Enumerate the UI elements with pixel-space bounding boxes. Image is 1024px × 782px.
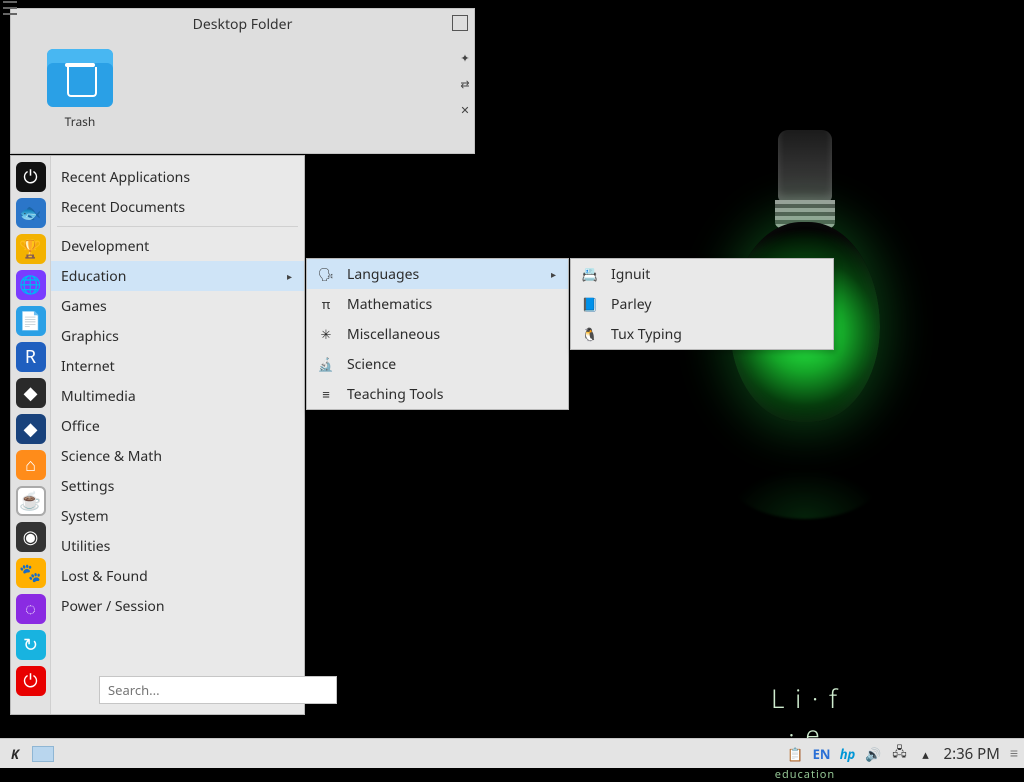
science-icon: 🔬 [317,355,335,373]
languages-icon: 🗣 [317,265,335,283]
favorite-13[interactable]: ↻ [16,630,46,660]
menu-category-list: Recent Applications Recent Documents Dev… [51,156,304,714]
menu-category-office[interactable]: Office [51,411,304,441]
trash-icon [47,49,113,107]
teaching-tools-icon: ≡ [317,385,335,403]
edu-item-miscellaneous[interactable]: ✳Miscellaneous [307,319,568,349]
desktop-item-trash[interactable]: Trash [47,49,113,130]
miscellaneous-icon: ✳ [317,325,335,343]
edu-item-teaching-tools[interactable]: ≡Teaching Tools [307,379,568,409]
hp-tray-icon[interactable]: hp [839,746,855,762]
menu-category-science-math[interactable]: Science & Math [51,441,304,471]
keyboard-layout-indicator[interactable]: EN [813,746,829,762]
submenu-languages[interactable]: 📇Ignuit📘Parley🐧Tux Typing [570,258,834,350]
network-icon[interactable]: 🖧 [891,746,907,762]
favorite-0[interactable]: ⏻ [16,162,46,192]
sliders-icon[interactable]: ⇄ [458,79,472,91]
favorite-5[interactable]: R [16,342,46,372]
menu-category-games[interactable]: Games [51,291,304,321]
pager[interactable] [32,746,54,762]
favorite-1[interactable]: 🐟 [16,198,46,228]
tux-typing-icon: 🐧 [581,325,599,343]
menu-search-input[interactable] [99,676,337,704]
favorite-6[interactable]: ◆ [16,378,46,408]
application-menu[interactable]: ⏻ 🐟 🏆 🌐 📄 R ◆ ◆ ⌂ ☕ ◉ 🐾 ◌ ↻ ⏻ Recent Applications Rece… [10,155,305,715]
edu-item-mathematics[interactable]: πMathematics [307,289,568,319]
menu-category-education[interactable]: Education▸ [51,261,304,291]
menu-category-power-session[interactable]: Power / Session [51,591,304,621]
edu-item-languages[interactable]: 🗣Languages▸ [307,259,568,289]
submenu-education[interactable]: 🗣Languages▸πMathematics✳Miscellaneous🔬Sc… [306,258,569,410]
mathematics-icon: π [317,295,335,313]
favorites-strip: ⏻ 🐟 🏆 🌐 📄 R ◆ ◆ ⌂ ☕ ◉ 🐾 ◌ ↻ ⏻ [11,156,51,714]
menu-category-utilities[interactable]: Utilities [51,531,304,561]
lang-item-ignuit[interactable]: 📇Ignuit [571,259,833,289]
menu-category-multimedia[interactable]: Multimedia [51,381,304,411]
menu-category-settings[interactable]: Settings [51,471,304,501]
menu-category-graphics[interactable]: Graphics [51,321,304,351]
kickoff-launcher-icon[interactable]: K [4,743,26,765]
desktop-folder-widget[interactable]: Desktop Folder ✦ ⇄ ✕ Trash [10,8,475,154]
close-icon[interactable]: ✕ [458,105,472,117]
favorite-11[interactable]: 🐾 [16,558,46,588]
menu-recent-apps[interactable]: Recent Applications [51,162,304,192]
favorite-7[interactable]: ◆ [16,414,46,444]
clipboard-icon[interactable]: 📋 [787,746,803,762]
favorite-10[interactable]: ◉ [16,522,46,552]
menu-category-lost-found[interactable]: Lost & Found [51,561,304,591]
menu-recent-docs[interactable]: Recent Documents [51,192,304,222]
desktop-folder-title: Desktop Folder [193,15,293,34]
maximize-icon[interactable] [452,15,468,31]
trash-label: Trash [65,113,96,130]
favorite-12[interactable]: ◌ [16,594,46,624]
menu-category-development[interactable]: Development [51,231,304,261]
clock[interactable]: 2:36 PM [943,744,999,764]
system-tray: 📋 EN hp 🔊 🖧 ▴ 2:36 PM ≡ [787,744,1024,764]
desktop-folder-toolbar: ✦ ⇄ ✕ [455,49,475,121]
volume-icon[interactable]: 🔊 [865,746,881,762]
favorite-8[interactable]: ⌂ [16,450,46,480]
lang-item-tux-typing[interactable]: 🐧Tux Typing [571,319,833,349]
parley-icon: 📘 [581,295,599,313]
favorite-14[interactable]: ⏻ [16,666,46,696]
favorite-4[interactable]: 📄 [16,306,46,336]
lang-item-parley[interactable]: 📘Parley [571,289,833,319]
favorite-2[interactable]: 🏆 [16,234,46,264]
tray-expand-icon[interactable]: ▴ [917,746,933,762]
ignuit-icon: 📇 [581,265,599,283]
favorite-3[interactable]: 🌐 [16,270,46,300]
favorite-9[interactable]: ☕ [16,486,46,516]
menu-category-system[interactable]: System [51,501,304,531]
edu-item-science[interactable]: 🔬Science [307,349,568,379]
panel-options-icon[interactable]: ≡ [1010,744,1018,763]
taskbar[interactable]: K 📋 EN hp 🔊 🖧 ▴ 2:36 PM ≡ [0,738,1024,768]
menu-category-internet[interactable]: Internet [51,351,304,381]
wallpaper-bulb: ⟲⟳ L i · f · e Linux for education [720,130,890,650]
wand-icon[interactable]: ✦ [458,53,472,65]
